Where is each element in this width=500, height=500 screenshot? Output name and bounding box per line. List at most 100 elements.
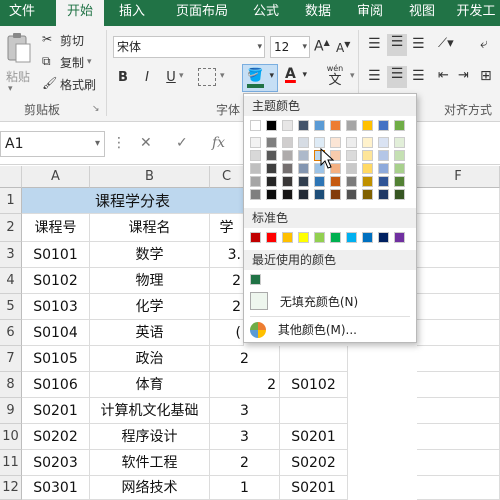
theme-shade-swatch[interactable] — [378, 163, 389, 174]
row-header[interactable]: 4 — [0, 268, 22, 294]
theme-shade-swatch[interactable] — [250, 176, 261, 187]
wrap-text-icon[interactable]: ⤶ — [480, 36, 488, 52]
table-cell[interactable]: 1 — [210, 476, 280, 500]
paste-icon[interactable] — [6, 32, 32, 66]
font-size-select[interactable]: 12 ▾ — [270, 36, 310, 58]
theme-shade-swatch[interactable] — [330, 137, 341, 148]
table-cell[interactable]: 政治 — [90, 346, 210, 372]
table-cell[interactable]: 3 — [210, 424, 280, 450]
theme-shade-swatch[interactable] — [266, 163, 277, 174]
theme-shade-swatch[interactable] — [298, 176, 309, 187]
theme-shade-swatch[interactable] — [298, 137, 309, 148]
table-cell[interactable] — [417, 320, 500, 346]
theme-color-swatch[interactable] — [298, 120, 309, 131]
tab-formulas[interactable]: 公式 — [244, 0, 288, 26]
cancel-icon[interactable]: ✕ — [140, 135, 152, 151]
theme-shade-swatch[interactable] — [346, 189, 357, 200]
theme-color-swatch[interactable] — [378, 120, 389, 131]
font-color-button[interactable]: A ▾ — [282, 66, 308, 90]
table-cell[interactable]: 课程号 — [22, 214, 90, 242]
row-header[interactable]: 11 — [0, 450, 22, 476]
theme-shade-swatch[interactable] — [330, 189, 341, 200]
borders-dropdown-icon[interactable]: ▾ — [220, 71, 225, 81]
table-cell[interactable]: S0102 — [22, 268, 90, 294]
chevron-down-icon[interactable]: ▾ — [302, 37, 307, 57]
table-cell[interactable] — [280, 346, 348, 372]
phonetic-button[interactable]: wén 文 — [320, 64, 350, 89]
standard-color-swatch[interactable] — [362, 232, 373, 243]
row-header[interactable]: 10 — [0, 424, 22, 450]
tab-file[interactable]: 文件 — [0, 0, 44, 26]
no-fill-option[interactable]: 无填充颜色(N) — [250, 292, 358, 310]
shrink-font-icon[interactable]: A▼ — [336, 40, 350, 55]
theme-shade-swatch[interactable] — [346, 176, 357, 187]
theme-shade-swatch[interactable] — [250, 189, 261, 200]
table-cell[interactable] — [280, 398, 348, 424]
chevron-down-icon[interactable]: ▾ — [257, 37, 262, 57]
theme-shade-swatch[interactable] — [282, 150, 293, 161]
row-header[interactable]: 9 — [0, 398, 22, 424]
paste-dropdown-icon[interactable]: ▾ — [8, 84, 13, 94]
standard-color-swatch[interactable] — [250, 232, 261, 243]
fill-color-button[interactable]: 🪣 ▾ — [242, 64, 278, 92]
theme-shade-swatch[interactable] — [314, 189, 325, 200]
recent-color-swatch[interactable] — [250, 274, 261, 285]
standard-color-swatch[interactable] — [266, 232, 277, 243]
tab-review[interactable]: 审阅 — [348, 0, 392, 26]
table-cell[interactable]: 课程名 — [90, 214, 210, 242]
theme-shade-swatch[interactable] — [362, 150, 373, 161]
table-cell[interactable]: 英语 — [90, 320, 210, 346]
theme-color-swatch[interactable] — [266, 120, 277, 131]
theme-shade-swatch[interactable] — [298, 189, 309, 200]
theme-shade-swatch[interactable] — [282, 137, 293, 148]
theme-shade-swatch[interactable] — [266, 176, 277, 187]
standard-color-swatch[interactable] — [298, 232, 309, 243]
theme-color-swatch[interactable] — [330, 120, 341, 131]
theme-shade-swatch[interactable] — [250, 163, 261, 174]
table-cell[interactable]: S0105 — [22, 346, 90, 372]
tab-page-layout[interactable]: 页面布局 — [166, 0, 238, 26]
table-cell[interactable] — [417, 242, 500, 268]
bottom-align-icon[interactable]: ☰ — [412, 36, 425, 52]
table-cell[interactable] — [417, 476, 500, 500]
theme-shade-swatch[interactable] — [378, 189, 389, 200]
table-cell[interactable]: S0201 — [280, 476, 348, 500]
theme-shade-swatch[interactable] — [378, 176, 389, 187]
increase-indent-icon[interactable]: ⇥ — [458, 68, 469, 83]
table-cell[interactable]: 2 — [210, 372, 280, 398]
table-cell[interactable] — [417, 398, 500, 424]
middle-align-icon[interactable]: ☰ — [387, 34, 407, 56]
name-box[interactable]: A1 ▾ — [0, 131, 105, 157]
theme-shade-swatch[interactable] — [298, 150, 309, 161]
align-left-icon[interactable]: ☰ — [368, 68, 381, 84]
decrease-indent-icon[interactable]: ⇤ — [438, 68, 449, 83]
font-name-select[interactable]: 宋体 ▾ — [113, 36, 265, 58]
enter-icon[interactable]: ✓ — [176, 135, 188, 151]
align-center-icon[interactable]: ☰ — [387, 66, 407, 88]
italic-button[interactable]: I — [138, 68, 156, 88]
copy-icon[interactable]: ⧉ — [42, 54, 51, 69]
table-cell[interactable]: 2 — [210, 450, 280, 476]
table-cell[interactable] — [417, 214, 500, 242]
theme-shade-swatch[interactable] — [266, 137, 277, 148]
theme-shade-swatch[interactable] — [394, 137, 405, 148]
table-cell[interactable]: S0106 — [22, 372, 90, 398]
theme-shade-swatch[interactable] — [394, 163, 405, 174]
more-colors-option[interactable]: 其他颜色(M)... — [250, 321, 357, 338]
table-cell[interactable] — [417, 294, 500, 320]
borders-icon[interactable] — [198, 68, 216, 86]
table-cell[interactable]: S0203 — [22, 450, 90, 476]
theme-shade-swatch[interactable] — [362, 137, 373, 148]
tab-data[interactable]: 数据 — [296, 0, 340, 26]
table-cell[interactable]: S0301 — [22, 476, 90, 500]
tab-developer[interactable]: 开发工 — [452, 0, 500, 26]
theme-shade-swatch[interactable] — [298, 163, 309, 174]
copy-dropdown-icon[interactable]: ▾ — [87, 57, 92, 67]
row-header[interactable]: 5 — [0, 294, 22, 320]
chevron-down-icon[interactable]: ▾ — [302, 70, 307, 80]
theme-shade-swatch[interactable] — [330, 176, 341, 187]
standard-color-swatch[interactable] — [394, 232, 405, 243]
insert-function-icon[interactable]: fx — [212, 135, 225, 151]
table-cell[interactable]: 网络技术 — [90, 476, 210, 500]
theme-shade-swatch[interactable] — [394, 189, 405, 200]
